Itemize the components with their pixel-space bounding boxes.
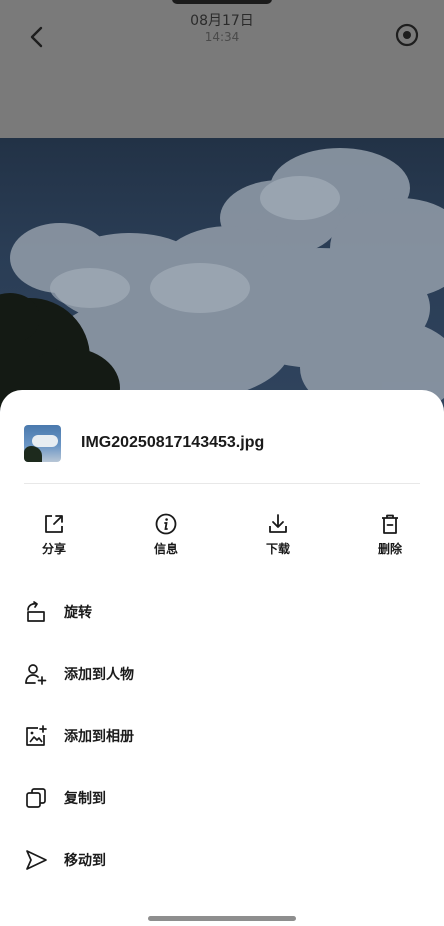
home-indicator[interactable] bbox=[148, 916, 296, 921]
move-to-label: 移动到 bbox=[64, 853, 106, 869]
share-label: 分享 bbox=[41, 542, 66, 556]
add-album-icon bbox=[26, 725, 47, 746]
photo-date: 08月17日 bbox=[190, 13, 254, 29]
add-to-album-label: 添加到相册 bbox=[64, 729, 134, 745]
delete-button[interactable]: 删除 bbox=[360, 512, 420, 557]
copy-to-label: 复制到 bbox=[64, 791, 106, 807]
more-options-button[interactable] bbox=[392, 20, 422, 50]
photo-actions-sheet: IMG20250817143453.jpg 分享 信息 下载 删除 旋转 添加到… bbox=[0, 390, 444, 926]
rotate-label: 旋转 bbox=[64, 605, 92, 621]
photo-time: 14:34 bbox=[204, 30, 240, 44]
move-to-item[interactable]: 移动到 bbox=[24, 840, 420, 880]
file-info-row: IMG20250817143453.jpg bbox=[24, 424, 264, 462]
add-to-album-item[interactable]: 添加到相册 bbox=[24, 716, 420, 756]
rotate-item[interactable]: 旋转 bbox=[24, 592, 420, 632]
download-button[interactable]: 下载 bbox=[248, 512, 308, 557]
top-bar: 08月17日 14:34 bbox=[0, 0, 444, 138]
copy-to-item[interactable]: 复制到 bbox=[24, 778, 420, 818]
download-icon bbox=[269, 514, 287, 533]
photo-preview[interactable] bbox=[0, 138, 444, 418]
share-button[interactable]: 分享 bbox=[24, 512, 84, 557]
delete-label: 删除 bbox=[377, 542, 402, 556]
circle-dot-icon bbox=[395, 23, 419, 47]
download-label: 下载 bbox=[265, 542, 290, 556]
copy-icon bbox=[26, 788, 46, 808]
add-person-icon bbox=[25, 664, 47, 685]
rotate-icon bbox=[27, 601, 45, 622]
info-button[interactable]: 信息 bbox=[136, 512, 196, 557]
share-icon bbox=[45, 515, 63, 533]
move-icon bbox=[26, 850, 47, 870]
add-to-person-item[interactable]: 添加到人物 bbox=[24, 654, 420, 694]
trash-icon bbox=[382, 514, 398, 534]
add-to-person-label: 添加到人物 bbox=[64, 667, 134, 683]
info-label: 信息 bbox=[153, 542, 178, 556]
info-icon bbox=[155, 513, 177, 535]
quick-actions: 分享 信息 下载 删除 bbox=[0, 512, 444, 562]
photo-title: 08月17日 14:34 bbox=[0, 12, 444, 44]
file-name: IMG20250817143453.jpg bbox=[81, 434, 265, 451]
photo-image bbox=[0, 148, 444, 418]
file-thumbnail bbox=[24, 424, 61, 462]
camera-notch bbox=[172, 0, 272, 4]
divider bbox=[24, 483, 420, 484]
